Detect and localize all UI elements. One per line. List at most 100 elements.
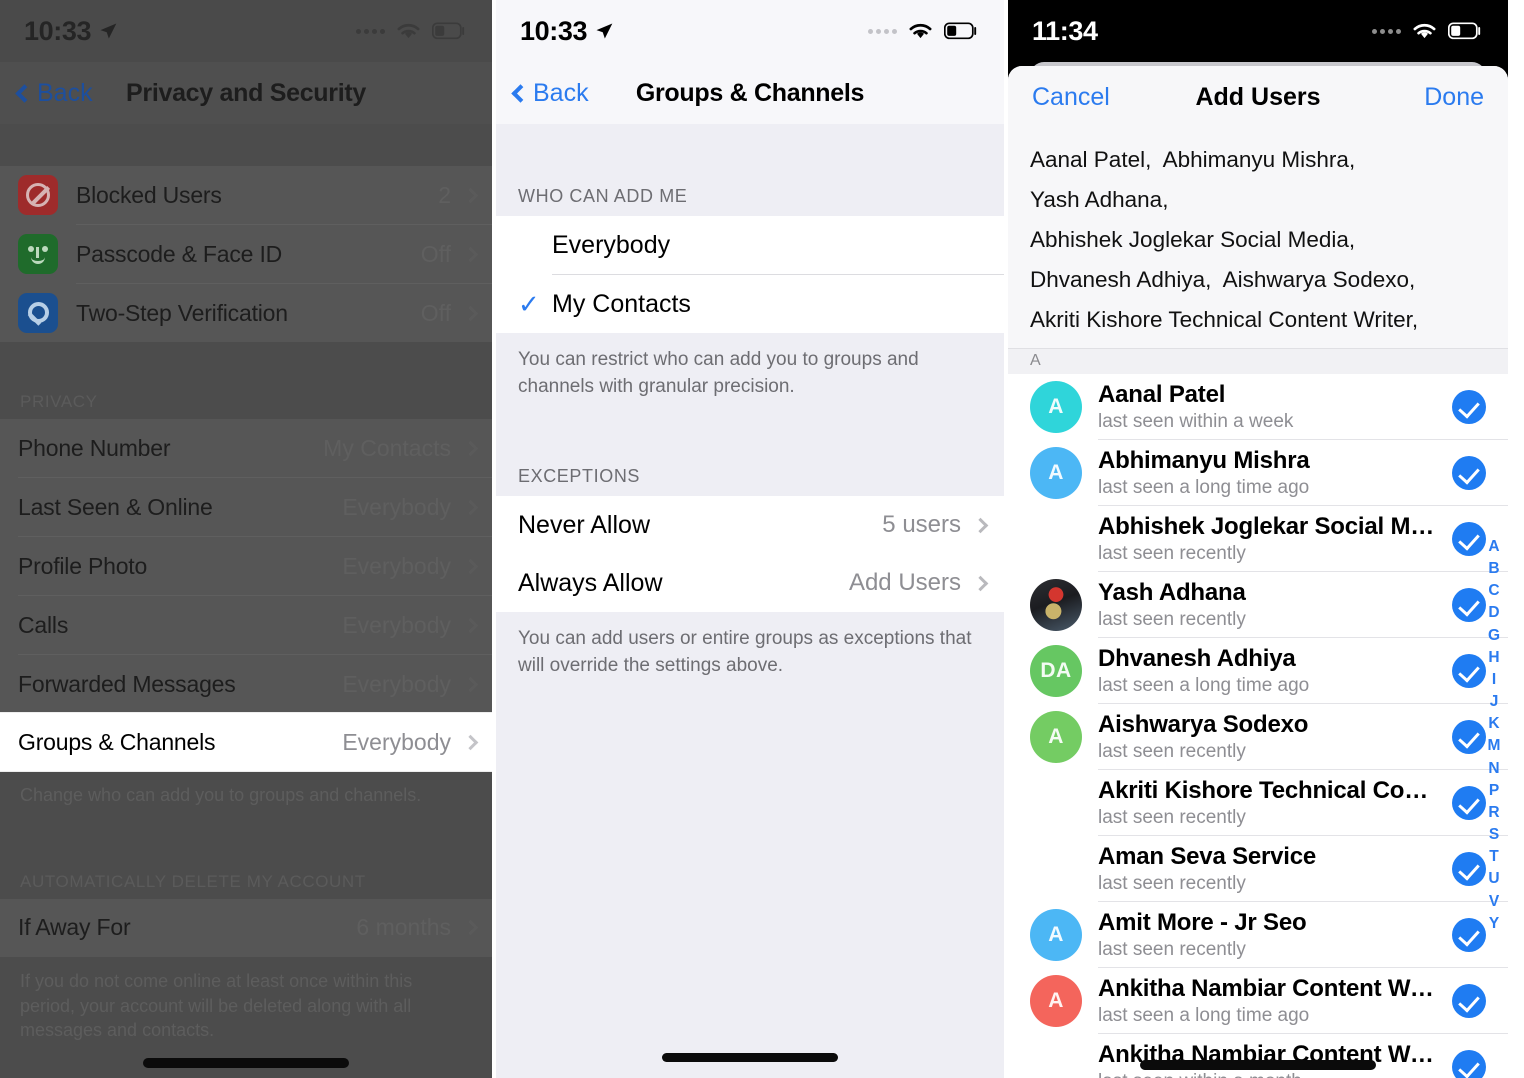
row-forwarded-messages[interactable]: Forwarded Messages Everybody xyxy=(0,655,492,713)
checkbox-selected-icon[interactable] xyxy=(1452,785,1486,820)
index-letter[interactable]: D xyxy=(1488,602,1499,624)
row-groups-and-channels[interactable]: Groups & Channels Everybody xyxy=(0,713,492,771)
list-item[interactable]: DA Dhvanesh Adhiya last seen a long time… xyxy=(1008,638,1508,703)
faceid-icon xyxy=(18,234,58,274)
contact-status: last seen a long time ago xyxy=(1098,674,1310,696)
option-label: My Contacts xyxy=(552,289,691,318)
index-letter[interactable]: V xyxy=(1489,891,1499,913)
checkbox-selected-icon[interactable] xyxy=(1452,851,1486,886)
phone-panel-groups-and-channels: 10:33 Back Groups & Channels WHO CAN ADD… xyxy=(496,0,1008,1078)
index-letter[interactable]: H xyxy=(1488,647,1499,669)
alphabet-index[interactable]: A B C D G H I J K M N P R S T U V Y xyxy=(1483,536,1505,935)
row-label: Groups & Channels xyxy=(18,728,216,755)
chevron-right-icon xyxy=(462,617,479,633)
checkbox-selected-icon[interactable] xyxy=(1452,983,1486,1018)
contact-name: Yash Adhana xyxy=(1098,578,1246,606)
row-value: Everybody xyxy=(342,670,451,697)
checkbox-selected-icon[interactable] xyxy=(1452,587,1486,622)
section-header-letter: A xyxy=(1008,348,1508,375)
checkbox-selected-icon[interactable] xyxy=(1452,389,1486,424)
avatar xyxy=(1030,513,1082,565)
avatar: A xyxy=(1030,974,1082,1027)
row-blocked-users[interactable]: Blocked Users 2 xyxy=(0,166,492,224)
status-time: 11:34 xyxy=(1032,15,1098,46)
contact-name: Aman Seva Service xyxy=(1098,842,1317,870)
list-item[interactable]: Yash Adhana last seen recently xyxy=(1008,572,1508,637)
index-letter[interactable]: B xyxy=(1488,558,1499,580)
index-letter[interactable]: P xyxy=(1489,780,1499,802)
navigation-bar: Back Groups & Channels xyxy=(496,62,1004,124)
checkbox-selected-icon[interactable] xyxy=(1452,1049,1486,1078)
contact-list: A Aanal Patel last seen within a week A … xyxy=(1008,374,1508,1078)
who-can-add-me-footnote: You can restrict who can add you to grou… xyxy=(496,333,1004,415)
contact-text: Akriti Kishore Technical Conten… last se… xyxy=(1098,777,1452,829)
row-value: Everybody xyxy=(342,728,451,755)
row-label: Forwarded Messages xyxy=(18,670,236,697)
index-letter[interactable]: J xyxy=(1490,691,1499,713)
chevron-right-icon xyxy=(462,920,479,936)
contact-name: Abhishek Joglekar Social Media xyxy=(1098,512,1442,540)
auto-delete-section: If Away For 6 months xyxy=(0,898,492,957)
selected-users-input[interactable]: Aanal Patel, Abhimanyu Mishra, Yash Adha… xyxy=(1008,128,1508,349)
index-letter[interactable]: T xyxy=(1489,846,1498,868)
checkbox-selected-icon[interactable] xyxy=(1452,521,1486,556)
done-button[interactable]: Done xyxy=(1424,83,1484,112)
row-label: Last Seen & Online xyxy=(18,493,213,520)
index-letter[interactable]: U xyxy=(1488,868,1499,890)
checkbox-selected-icon[interactable] xyxy=(1452,719,1486,754)
checkbox-selected-icon[interactable] xyxy=(1452,455,1486,490)
option-everybody[interactable]: Everybody xyxy=(496,216,1004,274)
list-item[interactable]: A Amit More - Jr Seo last seen recently xyxy=(1008,902,1508,967)
list-item[interactable]: A Aanal Patel last seen within a week xyxy=(1008,374,1508,439)
battery-icon xyxy=(432,22,465,40)
row-label: Blocked Users xyxy=(76,181,222,208)
list-item[interactable]: Akriti Kishore Technical Conten… last se… xyxy=(1008,770,1508,835)
cancel-button[interactable]: Cancel xyxy=(1032,83,1110,112)
chevron-left-icon xyxy=(511,83,530,103)
back-button[interactable]: Back xyxy=(511,78,589,108)
list-item[interactable]: A Aishwarya Sodexo last seen recently xyxy=(1008,704,1508,769)
row-never-allow[interactable]: Never Allow 5 users xyxy=(496,496,1004,555)
list-item[interactable]: A Ankitha Nambiar Content Writer last se… xyxy=(1008,968,1508,1033)
contact-text: Abhishek Joglekar Social Media last seen… xyxy=(1098,513,1452,565)
row-value: Everybody xyxy=(342,552,451,579)
index-letter[interactable]: K xyxy=(1488,713,1499,735)
row-if-away-for[interactable]: If Away For 6 months xyxy=(0,899,492,957)
contact-text: Yash Adhana last seen recently xyxy=(1098,579,1452,631)
home-indicator xyxy=(662,1053,838,1062)
row-label: Never Allow xyxy=(518,510,650,539)
status-bar: 10:33 xyxy=(0,0,492,62)
row-phone-number[interactable]: Phone Number My Contacts xyxy=(0,419,492,477)
index-letter[interactable]: S xyxy=(1489,824,1499,846)
row-last-seen-online[interactable]: Last Seen & Online Everybody xyxy=(0,478,492,536)
row-two-step-verification[interactable]: Two-Step Verification Off xyxy=(0,284,492,342)
location-arrow-icon xyxy=(596,23,613,39)
index-letter[interactable]: A xyxy=(1488,536,1499,558)
row-passcode-face-id[interactable]: Passcode & Face ID Off xyxy=(0,225,492,283)
list-item[interactable]: Abhishek Joglekar Social Media last seen… xyxy=(1008,506,1508,571)
index-letter[interactable]: C xyxy=(1488,580,1499,602)
index-letter[interactable]: N xyxy=(1488,758,1499,780)
index-letter[interactable]: M xyxy=(1488,735,1501,757)
chevron-right-icon xyxy=(462,558,479,574)
checkbox-selected-icon[interactable] xyxy=(1452,653,1486,688)
row-label: Always Allow xyxy=(518,568,663,597)
contact-name: Ankitha Nambiar Content Writer xyxy=(1098,974,1442,1002)
index-letter[interactable]: G xyxy=(1488,625,1500,647)
back-button-label: Back xyxy=(533,78,589,107)
back-button[interactable]: Back xyxy=(15,79,93,108)
contact-text: Aman Seva Service last seen recently xyxy=(1098,843,1452,895)
index-letter[interactable]: R xyxy=(1488,802,1499,824)
row-profile-photo[interactable]: Profile Photo Everybody xyxy=(0,537,492,595)
checkbox-selected-icon[interactable] xyxy=(1452,917,1486,952)
privacy-footnote: Change who can add you to groups and cha… xyxy=(0,771,492,814)
option-my-contacts[interactable]: ✓ My Contacts xyxy=(496,275,1004,333)
contact-name: Aishwarya Sodexo xyxy=(1098,710,1309,738)
index-letter[interactable]: I xyxy=(1492,669,1496,691)
list-item[interactable]: A Abhimanyu Mishra last seen a long time… xyxy=(1008,440,1508,505)
index-letter[interactable]: Y xyxy=(1489,913,1499,935)
list-item[interactable]: Aman Seva Service last seen recently xyxy=(1008,836,1508,901)
row-calls[interactable]: Calls Everybody xyxy=(0,596,492,654)
row-always-allow[interactable]: Always Allow Add Users xyxy=(496,554,1004,613)
list-item[interactable]: Ankitha Nambiar Content Writer last seen… xyxy=(1008,1034,1508,1078)
